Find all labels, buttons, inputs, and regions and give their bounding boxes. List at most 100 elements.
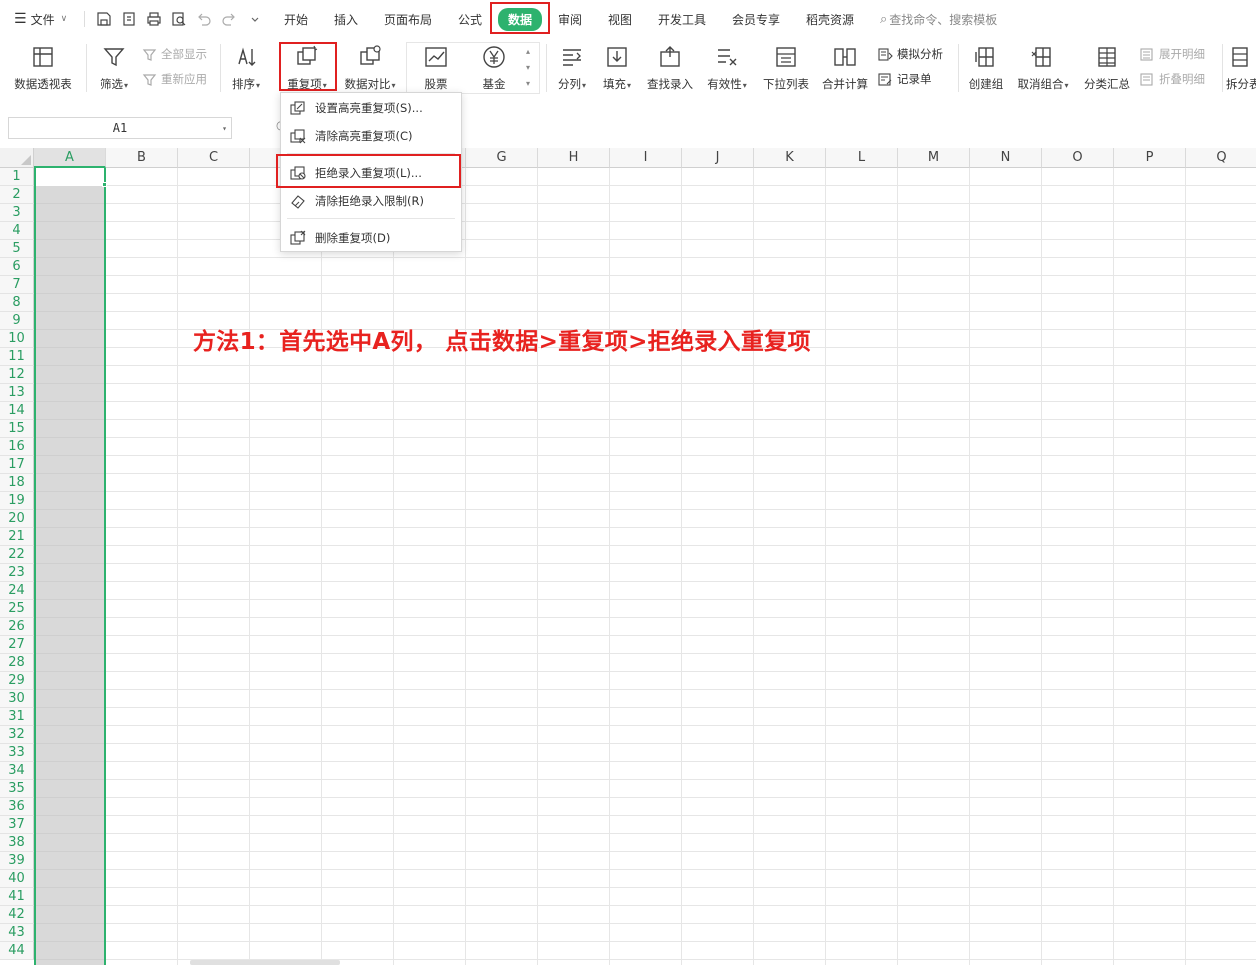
tab-home[interactable]: 开始 xyxy=(276,0,316,38)
row-header-5[interactable]: 5 xyxy=(0,240,34,258)
tab-developer[interactable]: 开发工具 xyxy=(652,0,712,38)
row-header-1[interactable]: 1 xyxy=(0,168,34,186)
customize-toolbar-icon[interactable] xyxy=(247,11,263,27)
row-header-4[interactable]: 4 xyxy=(0,222,34,240)
column-header-g[interactable]: G xyxy=(466,148,538,168)
stocks-button[interactable]: 股票 xyxy=(412,38,460,98)
row-header-41[interactable]: 41 xyxy=(0,888,34,906)
name-box[interactable]: A1 ▾ xyxy=(8,117,232,139)
tab-review[interactable]: 审阅 xyxy=(552,0,588,38)
dropdown-list-button[interactable]: 下拉列表 xyxy=(758,38,814,98)
row-header-34[interactable]: 34 xyxy=(0,762,34,780)
redo-icon[interactable] xyxy=(221,11,237,27)
row-header-8[interactable]: 8 xyxy=(0,294,34,312)
row-header-14[interactable]: 14 xyxy=(0,402,34,420)
lookup-entry-button[interactable]: 查找录入 xyxy=(643,38,697,98)
row-header-9[interactable]: 9 xyxy=(0,312,34,330)
tab-formulas[interactable]: 公式 xyxy=(450,0,490,38)
row-header-7[interactable]: 7 xyxy=(0,276,34,294)
row-header-10[interactable]: 10 xyxy=(0,330,34,348)
split-column-button[interactable]: 分列▾ xyxy=(552,38,592,98)
row-header-33[interactable]: 33 xyxy=(0,744,34,762)
row-header-44[interactable]: 44 xyxy=(0,942,34,960)
column-header-l[interactable]: L xyxy=(826,148,898,168)
export-pdf-icon[interactable] xyxy=(121,11,137,27)
row-header-40[interactable]: 40 xyxy=(0,870,34,888)
select-all-corner[interactable] xyxy=(0,148,34,168)
row-header-24[interactable]: 24 xyxy=(0,582,34,600)
row-header-20[interactable]: 20 xyxy=(0,510,34,528)
collapse-detail-button[interactable]: 折叠明细 xyxy=(1140,69,1205,89)
gallery-scroll-arrows[interactable]: ▴ ▾ ▾ xyxy=(526,44,530,92)
row-header-22[interactable]: 22 xyxy=(0,546,34,564)
column-header-m[interactable]: M xyxy=(898,148,970,168)
row-header-31[interactable]: 31 xyxy=(0,708,34,726)
reapply-button[interactable]: 重新应用 xyxy=(142,69,207,89)
horizontal-scrollbar[interactable] xyxy=(190,960,340,965)
row-header-6[interactable]: 6 xyxy=(0,258,34,276)
save-icon[interactable] xyxy=(96,11,112,27)
tab-docer-resources[interactable]: 稻壳资源 xyxy=(800,0,860,38)
show-all-button[interactable]: 全部显示 xyxy=(142,44,207,64)
column-header-h[interactable]: H xyxy=(538,148,610,168)
column-header-a[interactable]: A xyxy=(34,148,106,168)
column-header-c[interactable]: C xyxy=(178,148,250,168)
fill-handle[interactable] xyxy=(102,182,107,187)
subtotal-button[interactable]: 分类汇总 xyxy=(1080,38,1134,98)
tab-insert[interactable]: 插入 xyxy=(326,0,366,38)
validity-button[interactable]: 有效性▾ xyxy=(702,38,752,98)
active-cell-a1[interactable] xyxy=(36,168,106,186)
fill-button[interactable]: 填充▾ xyxy=(597,38,637,98)
row-header-42[interactable]: 42 xyxy=(0,906,34,924)
row-header-36[interactable]: 36 xyxy=(0,798,34,816)
row-header-37[interactable]: 37 xyxy=(0,816,34,834)
pivot-table-button[interactable]: 数据透视表 xyxy=(8,38,78,98)
funds-button[interactable]: 基金 xyxy=(470,38,518,98)
file-menu[interactable]: ☰ 文件 ∨ xyxy=(14,0,67,38)
record-form-button[interactable]: 记录单 xyxy=(878,69,932,89)
row-header-21[interactable]: 21 xyxy=(0,528,34,546)
sort-button[interactable]: 排序▾ xyxy=(226,38,266,98)
selected-column-a[interactable] xyxy=(34,168,106,965)
column-header-q[interactable]: Q xyxy=(1186,148,1256,168)
undo-icon[interactable] xyxy=(196,11,212,27)
row-header-43[interactable]: 43 xyxy=(0,924,34,942)
row-header-15[interactable]: 15 xyxy=(0,420,34,438)
tab-page-layout[interactable]: 页面布局 xyxy=(376,0,440,38)
column-header-n[interactable]: N xyxy=(970,148,1042,168)
column-header-j[interactable]: J xyxy=(682,148,754,168)
row-header-25[interactable]: 25 xyxy=(0,600,34,618)
expand-detail-button[interactable]: 展开明细 xyxy=(1140,44,1205,64)
reject-duplicate-entry-item[interactable]: 拒绝录入重复项(L)... xyxy=(281,161,461,185)
tab-view[interactable]: 视图 xyxy=(602,0,638,38)
row-header-18[interactable]: 18 xyxy=(0,474,34,492)
row-header-28[interactable]: 28 xyxy=(0,654,34,672)
data-compare-button[interactable]: 数据对比▾ xyxy=(340,38,400,98)
what-if-analysis-button[interactable]: 模拟分析 xyxy=(878,44,943,64)
clear-highlight-duplicates-item[interactable]: 清除高亮重复项(C) xyxy=(281,124,461,148)
clear-reject-restriction-item[interactable]: 清除拒绝录入限制(R) xyxy=(281,189,461,213)
column-header-o[interactable]: O xyxy=(1042,148,1114,168)
print-icon[interactable] xyxy=(146,11,162,27)
row-header-30[interactable]: 30 xyxy=(0,690,34,708)
delete-duplicates-item[interactable]: 删除重复项(D) xyxy=(281,226,461,250)
row-header-17[interactable]: 17 xyxy=(0,456,34,474)
row-header-39[interactable]: 39 xyxy=(0,852,34,870)
column-header-i[interactable]: I xyxy=(610,148,682,168)
row-header-13[interactable]: 13 xyxy=(0,384,34,402)
row-header-2[interactable]: 2 xyxy=(0,186,34,204)
row-header-3[interactable]: 3 xyxy=(0,204,34,222)
row-header-19[interactable]: 19 xyxy=(0,492,34,510)
filter-button[interactable]: 筛选▾ xyxy=(94,38,134,98)
row-header-38[interactable]: 38 xyxy=(0,834,34,852)
row-header-16[interactable]: 16 xyxy=(0,438,34,456)
row-header-12[interactable]: 12 xyxy=(0,366,34,384)
consolidate-button[interactable]: 合并计算 xyxy=(818,38,872,98)
column-header-k[interactable]: K xyxy=(754,148,826,168)
create-group-button[interactable]: 创建组 xyxy=(964,38,1008,98)
row-header-32[interactable]: 32 xyxy=(0,726,34,744)
tab-data[interactable]: 数据 xyxy=(494,0,546,38)
command-search[interactable]: ⌕ 查找命令、搜索模板 xyxy=(880,0,997,38)
split-table-button[interactable]: 拆分表 xyxy=(1226,38,1256,98)
column-header-p[interactable]: P xyxy=(1114,148,1186,168)
